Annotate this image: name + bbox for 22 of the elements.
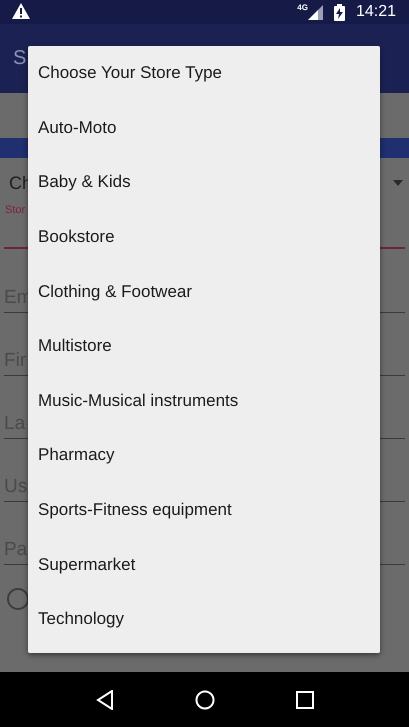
- menu-item[interactable]: Sports-Fitness equipment: [28, 482, 380, 538]
- store-type-label: Stor: [4, 204, 26, 216]
- battery-charging-icon: [334, 4, 345, 20]
- menu-item[interactable]: Music-Musical instruments: [28, 374, 380, 428]
- menu-item[interactable]: Multistore: [28, 318, 380, 374]
- menu-item[interactable]: Bookstore: [28, 210, 380, 264]
- signal-icon: [308, 4, 323, 20]
- menu-item[interactable]: Pharmacy: [28, 428, 380, 483]
- dropdown-caret-icon: [393, 180, 403, 186]
- back-icon[interactable]: [96, 690, 114, 710]
- menu-item[interactable]: Baby & Kids: [28, 155, 380, 210]
- network-label: 4G: [297, 3, 308, 12]
- menu-item[interactable]: Technology: [28, 592, 380, 647]
- menu-item[interactable]: Clothing & Footwear: [28, 264, 380, 319]
- menu-item[interactable]: Auto-Moto: [28, 100, 380, 156]
- home-icon[interactable]: [194, 690, 214, 710]
- recents-icon[interactable]: [296, 690, 314, 708]
- menu-item[interactable]: Supermarket: [28, 537, 380, 592]
- clock-time: 14:21: [356, 3, 396, 21]
- menu-item[interactable]: Choose Your Store Type: [28, 46, 380, 101]
- warning-icon: [12, 3, 30, 19]
- app-title: S: [13, 47, 26, 70]
